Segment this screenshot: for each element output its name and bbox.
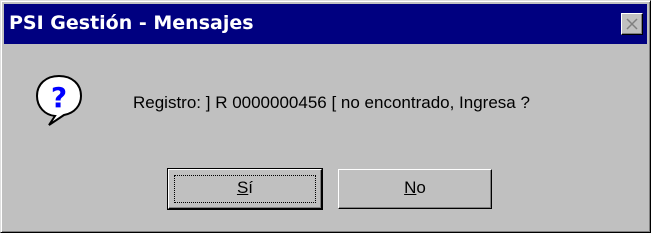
title-bar[interactable]: PSI Gestión - Mensajes (4, 4, 647, 44)
no-button-label: No (404, 178, 426, 197)
no-button[interactable]: No (338, 169, 492, 209)
message-dialog: PSI Gestión - Mensajes ? Registro: ] R 0… (0, 0, 651, 233)
window-title: PSI Gestión - Mensajes (9, 12, 254, 34)
svg-text:?: ? (51, 81, 67, 114)
no-label-rest: o (416, 178, 426, 197)
dialog-message: Registro: ] R 0000000456 [ no encontrado… (133, 93, 530, 112)
question-mark-icon: ? (35, 74, 83, 126)
close-button[interactable] (621, 13, 643, 35)
yes-label-rest: í (248, 178, 254, 197)
close-x-icon (626, 18, 638, 30)
no-mnemonic: N (404, 178, 417, 197)
yes-button[interactable]: Sí (167, 168, 323, 210)
yes-mnemonic: S (236, 178, 249, 197)
yes-button-label: Sí (237, 178, 253, 197)
